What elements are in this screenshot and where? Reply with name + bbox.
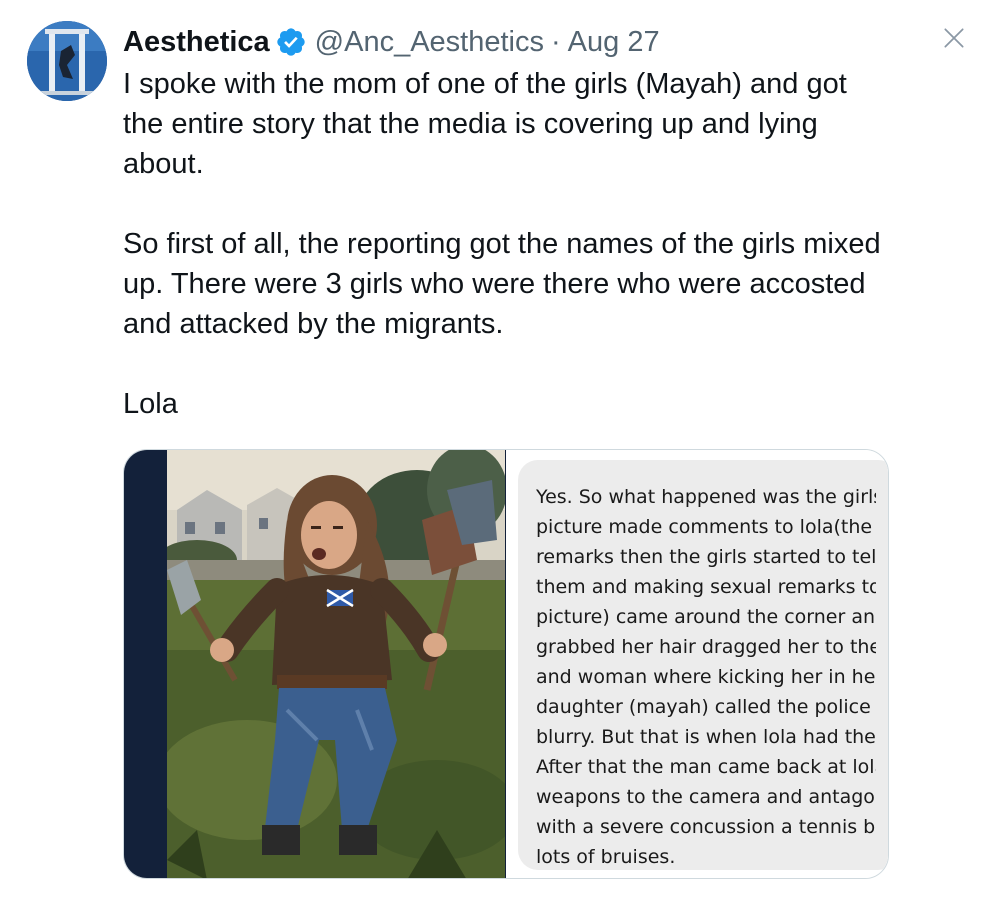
message-line: After that the man came back at lola bbox=[536, 756, 876, 778]
message-line: blurry. But that is when lola had the bbox=[536, 726, 876, 748]
message-line: with a severe concussion a tennis ba bbox=[536, 816, 876, 838]
message-line: remarks then the girls started to tell bbox=[536, 546, 876, 568]
tweet-media[interactable]: Yes. So what happened was the girls pict… bbox=[123, 449, 889, 879]
display-name[interactable]: Aesthetica bbox=[123, 26, 270, 59]
media-image-panel[interactable] bbox=[124, 450, 506, 878]
media-screenshot-panel[interactable]: Yes. So what happened was the girls pict… bbox=[506, 450, 888, 878]
avatar[interactable] bbox=[27, 21, 107, 101]
separator-dot: · bbox=[551, 25, 561, 58]
tweet-header: Aesthetica @Anc_Aesthetics · Aug 27 bbox=[123, 22, 660, 62]
message-line: daughter (mayah) called the police bbox=[536, 696, 871, 718]
message-line: them and making sexual remarks to bbox=[536, 576, 876, 598]
close-icon bbox=[944, 28, 964, 48]
message-line: Yes. So what happened was the girls bbox=[536, 486, 876, 508]
message-bubble: Yes. So what happened was the girls pict… bbox=[518, 460, 888, 870]
verified-badge-icon bbox=[277, 28, 305, 56]
tweet-paragraph: So first of all, the reporting got the n… bbox=[123, 228, 881, 340]
user-handle[interactable]: @Anc_Aesthetics bbox=[315, 26, 544, 59]
message-line: lots of bruises. bbox=[536, 846, 676, 868]
message-text: Yes. So what happened was the girls pict… bbox=[536, 482, 876, 870]
tweet-body: I spoke with the mom of one of the girls… bbox=[123, 64, 883, 424]
message-line: picture) came around the corner an bbox=[536, 606, 876, 628]
girl-with-axes-illustration bbox=[167, 450, 505, 878]
message-line: picture made comments to lola(the bbox=[536, 516, 873, 538]
tweet-paragraph: I spoke with the mom of one of the girls… bbox=[123, 68, 847, 180]
message-line: grabbed her hair dragged her to the bbox=[536, 636, 876, 658]
message-line: and woman where kicking her in he bbox=[536, 666, 876, 688]
avatar-image bbox=[27, 21, 107, 101]
close-button[interactable] bbox=[936, 20, 972, 56]
tweet-date[interactable]: Aug 27 bbox=[568, 26, 660, 59]
message-line: weapons to the camera and antago bbox=[536, 786, 875, 808]
tweet-paragraph: Lola bbox=[123, 388, 178, 420]
